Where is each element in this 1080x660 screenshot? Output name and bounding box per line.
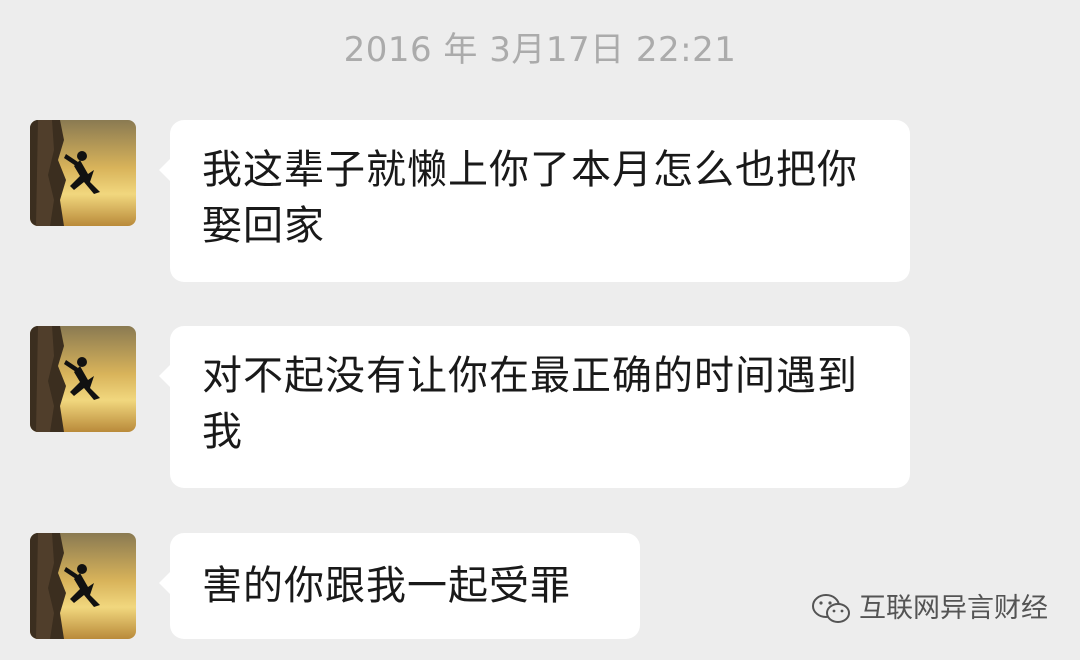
message-bubble[interactable]: 对不起没有让你在最正确的时间遇到我 — [159, 326, 910, 488]
contact-avatar[interactable] — [30, 533, 136, 639]
watermark-text: 互联网异言财经 — [859, 593, 1048, 624]
chat-timestamp: 2016 年 3月17日 22:21 — [343, 30, 737, 70]
climber-sunset-avatar-image — [30, 120, 136, 226]
climber-sunset-avatar-image — [30, 533, 136, 639]
contact-avatar[interactable] — [30, 120, 136, 226]
wechat-logo-icon — [812, 594, 850, 623]
climber-sunset-avatar-image — [30, 326, 136, 432]
message-bubble[interactable]: 我这辈子就懒上你了本月怎么也把你娶回家 — [159, 120, 910, 282]
message-bubble[interactable]: 害的你跟我一起受罪 — [159, 533, 640, 639]
watermark: 互联网异言财经 — [811, 592, 1048, 626]
contact-avatar[interactable] — [30, 326, 136, 432]
